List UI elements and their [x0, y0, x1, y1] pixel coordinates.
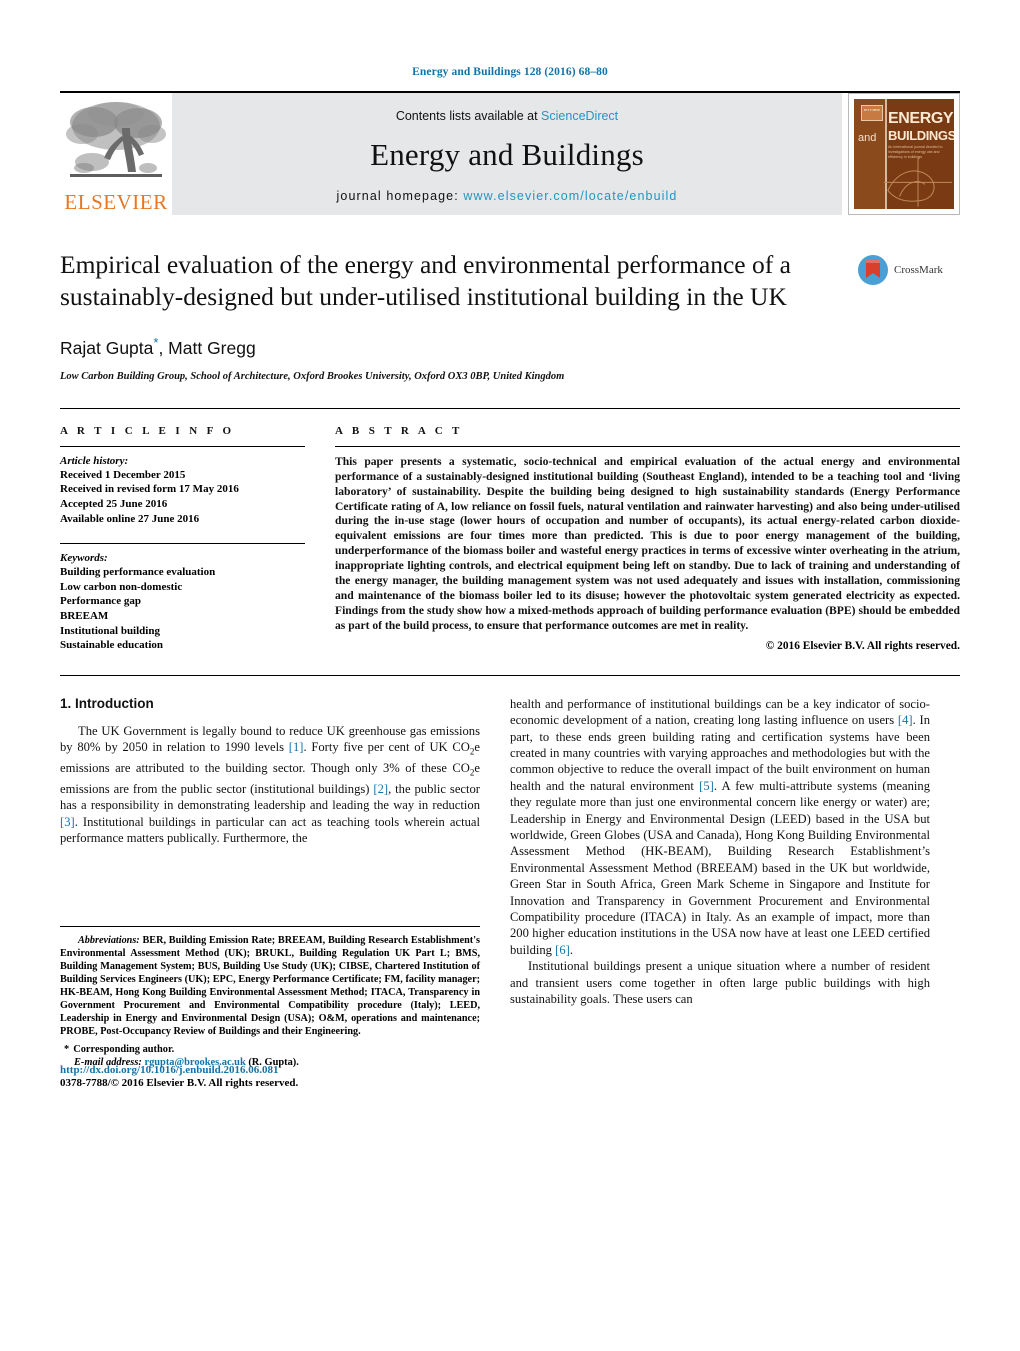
- cover-badge: IET CIBSE: [861, 104, 883, 121]
- section-heading-introduction: 1. Introduction: [60, 695, 154, 711]
- journal-cover-thumbnail[interactable]: IET CIBSE and ENERGY BUILDINGS An intern…: [848, 93, 960, 215]
- article-info-heading: A R T I C L E I N F O: [60, 424, 235, 437]
- author-affiliation: Low Carbon Building Group, School of Arc…: [60, 370, 565, 382]
- reference-link-6[interactable]: [6]: [555, 943, 570, 957]
- intro-right-a: health and performance of institutional …: [510, 696, 930, 728]
- keyword-item: Low carbon non-domestic: [60, 580, 183, 593]
- corresponding-star: *: [64, 1043, 70, 1055]
- doi-footer: http://dx.doi.org/10.1016/j.enbuild.2016…: [60, 1064, 480, 1089]
- abstract-text: This paper presents a systematic, socio-…: [335, 454, 960, 632]
- keyword-item: Building performance evaluation: [60, 566, 216, 579]
- body-section: 1. Introduction The UK Government is leg…: [60, 674, 960, 1089]
- history-received: Received 1 December 2015: [60, 468, 186, 481]
- reference-link-3[interactable]: [3]: [60, 815, 75, 829]
- contents-available-line: Contents lists available at ScienceDirec…: [396, 109, 618, 123]
- author-secondary: , Matt Gregg: [158, 337, 256, 358]
- intro-paragraph-right-2: Institutional buildings present a unique…: [510, 959, 930, 1007]
- keyword-item: BREEAM: [60, 609, 109, 622]
- history-revised: Received in revised form 17 May 2016: [60, 483, 239, 496]
- cover-diagram-icon: [884, 156, 952, 207]
- intro-right-c: . A few multi-attribute systems (meaning…: [510, 778, 930, 957]
- title-block: Empirical evaluation of the energy and e…: [60, 249, 960, 382]
- intro-paragraph-right-1: health and performance of institutional …: [510, 696, 930, 959]
- article-first-page: Energy and Buildings 128 (2016) 68–80 EL…: [0, 0, 1020, 1351]
- abstract-heading: A B S T R A C T: [335, 424, 463, 437]
- body-column-left: 1. Introduction The UK Government is leg…: [60, 695, 480, 1089]
- cover-energy-word: ENERGY: [888, 110, 954, 127]
- cover-buildings-word: BUILDINGS: [888, 127, 954, 143]
- elsevier-tree-icon: [64, 98, 168, 192]
- page-title: Empirical evaluation of the energy and e…: [60, 250, 791, 311]
- reference-link-2[interactable]: [2]: [373, 782, 388, 796]
- article-history-label: Article history:: [60, 454, 129, 467]
- keywords-block: Keywords: Building performance evaluatio…: [60, 543, 305, 653]
- footnote-block: Abbreviations: BER, Building Emission Ra…: [60, 925, 480, 1070]
- issn-copyright-line: 0378-7788/© 2016 Elsevier B.V. All right…: [60, 1076, 299, 1089]
- cover-art: IET CIBSE and ENERGY BUILDINGS An intern…: [854, 99, 954, 209]
- intro-right-d: .: [569, 942, 573, 957]
- history-online: Available online 27 June 2016: [60, 512, 200, 525]
- author-primary: Rajat Gupta: [60, 337, 154, 358]
- contents-prefix: Contents lists available at: [395, 109, 538, 123]
- abstract-copyright: © 2016 Elsevier B.V. All rights reserved…: [765, 639, 960, 652]
- info-abstract-section: A R T I C L E I N F O Article history: R…: [60, 407, 960, 653]
- keyword-item: Institutional building: [60, 624, 160, 637]
- cover-and-word: and: [858, 132, 877, 144]
- doi-link[interactable]: http://dx.doi.org/10.1016/j.enbuild.2016…: [60, 1064, 480, 1076]
- reference-link-1[interactable]: [1]: [289, 740, 304, 754]
- elsevier-wordmark: ELSEVIER: [64, 190, 168, 214]
- journal-masthead: ELSEVIER Contents lists available at Sci…: [60, 91, 960, 215]
- reference-link-5[interactable]: [5]: [699, 779, 714, 793]
- article-info-rule: [60, 445, 305, 447]
- body-column-right: health and performance of institutional …: [510, 696, 930, 1008]
- abbreviations-body: BER, Building Emission Rate; BREEAM, Bui…: [60, 934, 480, 1037]
- keywords-rule: [60, 543, 305, 545]
- abstract-rule: [335, 445, 960, 447]
- reference-link-4[interactable]: [4]: [898, 713, 913, 727]
- abbreviations-text: Abbreviations: BER, Building Emission Ra…: [60, 934, 480, 1038]
- sciencedirect-link[interactable]: ScienceDirect: [541, 109, 618, 123]
- keywords-label: Keywords:: [60, 552, 108, 565]
- crossmark-badge[interactable]: CrossMark: [856, 253, 960, 287]
- abbreviations-label: Abbreviations:: [78, 934, 140, 946]
- intro-text-f: . Institutional buildings in particular …: [60, 814, 480, 846]
- journal-band: Contents lists available at ScienceDirec…: [172, 93, 842, 215]
- crossmark-icon: [858, 255, 888, 285]
- journal-homepage-line: journal homepage: www.elsevier.com/locat…: [337, 189, 678, 203]
- elsevier-logo: ELSEVIER: [60, 93, 172, 215]
- intro-paragraph-left: The UK Government is legally bound to re…: [60, 723, 480, 847]
- running-head: Energy and Buildings 128 (2016) 68–80: [412, 66, 608, 78]
- journal-title: Energy and Buildings: [370, 137, 644, 172]
- article-info-column: A R T I C L E I N F O Article history: R…: [60, 425, 305, 653]
- intro-text-b: . Forty five per cent of UK CO: [303, 740, 470, 755]
- abstract-column: A B S T R A C T This paper presents a sy…: [335, 425, 960, 653]
- corresponding-text: Corresponding author.: [73, 1043, 175, 1055]
- crossmark-label: CrossMark: [894, 264, 943, 276]
- author-list: Rajat Gupta*, Matt Gregg: [60, 335, 960, 359]
- homepage-url[interactable]: www.elsevier.com/locate/enbuild: [463, 189, 677, 203]
- history-accepted: Accepted 25 June 2016: [60, 498, 168, 511]
- keyword-item: Performance gap: [60, 595, 141, 608]
- keyword-item: Sustainable education: [60, 639, 163, 652]
- homepage-prefix: journal homepage:: [336, 189, 459, 203]
